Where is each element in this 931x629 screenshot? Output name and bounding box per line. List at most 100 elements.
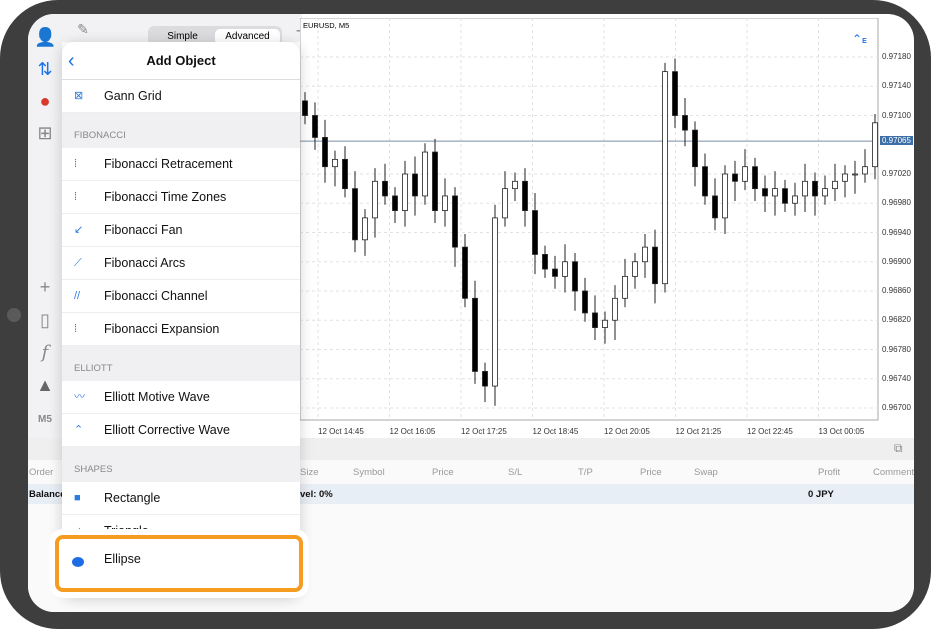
tool-icon: ■ xyxy=(74,492,81,504)
chat-icon[interactable]: ● xyxy=(34,90,56,112)
timeframe-button[interactable]: M5 xyxy=(34,409,56,431)
candle-body xyxy=(732,173,738,182)
column-header: Profit xyxy=(818,467,841,478)
candle-body xyxy=(752,166,758,190)
panel-header: ‹ Add Object xyxy=(62,42,300,80)
y-tick-label: 0.97020 xyxy=(882,169,911,178)
current-price-tag: 0.97065 xyxy=(880,136,913,146)
function-icon[interactable]: f xyxy=(34,342,56,364)
candle-body xyxy=(302,100,308,116)
menu-item[interactable]: ⌃ Elliott Corrective Wave xyxy=(62,414,300,447)
column-header: Swap xyxy=(694,467,718,478)
left-toolbar: 👤 ⇅ ● ⊞ + ▯ f ▲ M5 + xyxy=(28,14,62,459)
column-header: Order xyxy=(29,467,54,478)
candle-body xyxy=(472,297,478,372)
menu-item-label: Elliott Corrective Wave xyxy=(104,423,230,437)
menu-item[interactable]: 〰 Elliott Motive Wave xyxy=(62,381,300,414)
tool-icon: ⌃ xyxy=(74,424,84,436)
candle-body xyxy=(462,246,468,299)
candle-body xyxy=(862,166,868,175)
candle-body xyxy=(562,261,568,277)
candle-body xyxy=(782,188,788,204)
candle-body xyxy=(822,188,828,197)
y-tick-label: 0.96820 xyxy=(882,315,911,325)
tool-icon: ⁞ xyxy=(74,323,78,335)
candle-body xyxy=(542,254,548,270)
tool-icon: ⁞ xyxy=(74,158,78,170)
home-button[interactable] xyxy=(7,308,21,322)
trade-arrows-icon[interactable]: ⇅ xyxy=(34,58,56,80)
tool-icon: ⁞ xyxy=(74,191,78,203)
candle-body xyxy=(452,195,458,248)
chart-canvas xyxy=(299,17,879,421)
y-tick-label: 0.97100 xyxy=(882,110,911,120)
candle-body xyxy=(512,180,518,190)
menu-item-label: Fibonacci Channel xyxy=(104,289,208,303)
price-chart[interactable]: EURUSD, M5 ⌃E 0.97180 0.97140 0.97100 0.970… xyxy=(299,17,914,438)
menu-item[interactable]: ⁞ Fibonacci Time Zones xyxy=(62,181,300,214)
candle-body xyxy=(602,319,608,328)
candle-body xyxy=(612,297,618,321)
menu-item-label: Gann Grid xyxy=(104,89,162,103)
y-tick-label: 0.96940 xyxy=(882,227,911,237)
new-document-icon[interactable]: ⊞ xyxy=(34,122,56,144)
candlestick-icon[interactable]: ▯ xyxy=(34,309,56,331)
objects-icon[interactable]: ▲ xyxy=(34,374,56,396)
candle-body xyxy=(442,195,448,211)
back-chevron-icon[interactable]: ‹ xyxy=(68,42,75,80)
menu-item[interactable]: // Fibonacci Channel xyxy=(62,280,300,313)
candle-body xyxy=(342,158,348,190)
menu-item[interactable]: ⁞ Fibonacci Expansion xyxy=(62,313,300,346)
crosshair-icon[interactable]: + xyxy=(34,276,56,298)
candle-body xyxy=(332,158,338,168)
pencil-icon[interactable]: ✎ xyxy=(72,18,94,40)
x-tick-label: 13 Oct 00:05 xyxy=(818,427,865,436)
profit-value: 0 JPY xyxy=(808,489,834,500)
balance-label: Balance xyxy=(29,489,66,500)
candle-body xyxy=(402,173,408,211)
elliott-indicator-icon[interactable]: ⌃E xyxy=(852,32,867,46)
candle-body xyxy=(722,173,728,219)
y-tick-label: 0.97140 xyxy=(882,81,911,91)
column-header: Size xyxy=(300,467,319,478)
account-icon[interactable]: 👤 xyxy=(34,26,56,48)
add-object-panel: ‹ Add Object ⊠ Gann Grid FIBONACCI ⁞ Fibonac… xyxy=(62,42,300,597)
x-tick-label: 12 Oct 16:05 xyxy=(389,427,436,436)
ellipse-item-highlighted[interactable]: Ellipse xyxy=(55,535,303,592)
candle-body xyxy=(872,122,878,168)
tool-icon: ↙ xyxy=(74,224,84,236)
column-header: S/L xyxy=(508,467,523,478)
menu-item[interactable]: ■ Rectangle xyxy=(62,482,300,515)
menu-item[interactable]: ↙ Fibonacci Fan xyxy=(62,214,300,247)
layout-icon[interactable]: ⧉ xyxy=(894,441,903,456)
candle-body xyxy=(522,180,528,211)
column-header: Price xyxy=(432,467,454,478)
candle-body xyxy=(592,312,598,328)
candle-body xyxy=(312,115,318,138)
candle-body xyxy=(382,180,388,197)
menu-item[interactable]: ⊠ Gann Grid xyxy=(62,80,300,113)
column-header: T/P xyxy=(578,467,593,478)
candle-body xyxy=(622,275,628,299)
menu-item[interactable]: ⁞ Fibonacci Retracement xyxy=(62,148,300,181)
x-tick-label: 12 Oct 14:45 xyxy=(318,427,364,436)
candle-body xyxy=(352,188,358,241)
candle-body xyxy=(812,180,818,197)
menu-item[interactable]: ⟋ Fibonacci Arcs xyxy=(62,247,300,280)
section-header: SHAPES xyxy=(62,447,300,482)
candle-body xyxy=(632,261,638,277)
device-frame: 👤 ⇅ ● ⊞ + ▯ f ▲ M5 + ✎ Simple Advanced +… xyxy=(0,0,931,629)
candle-body xyxy=(672,71,678,116)
tool-icon: // xyxy=(74,290,81,302)
x-tick-label: 12 Oct 18:45 xyxy=(532,427,579,436)
candle-body xyxy=(802,180,808,197)
y-tick-label: 0.96740 xyxy=(882,373,911,383)
x-tick-label: 12 Oct 17:25 xyxy=(461,427,507,436)
candle-body xyxy=(422,151,428,197)
candle-body xyxy=(432,151,438,211)
section-header: ELLIOTT xyxy=(62,346,300,381)
screen: 👤 ⇅ ● ⊞ + ▯ f ▲ M5 + ✎ Simple Advanced +… xyxy=(28,14,914,612)
menu-item-label: Rectangle xyxy=(104,491,161,505)
tool-icon: ⟋ xyxy=(74,257,82,269)
menu-item-label: Fibonacci Time Zones xyxy=(104,190,227,204)
